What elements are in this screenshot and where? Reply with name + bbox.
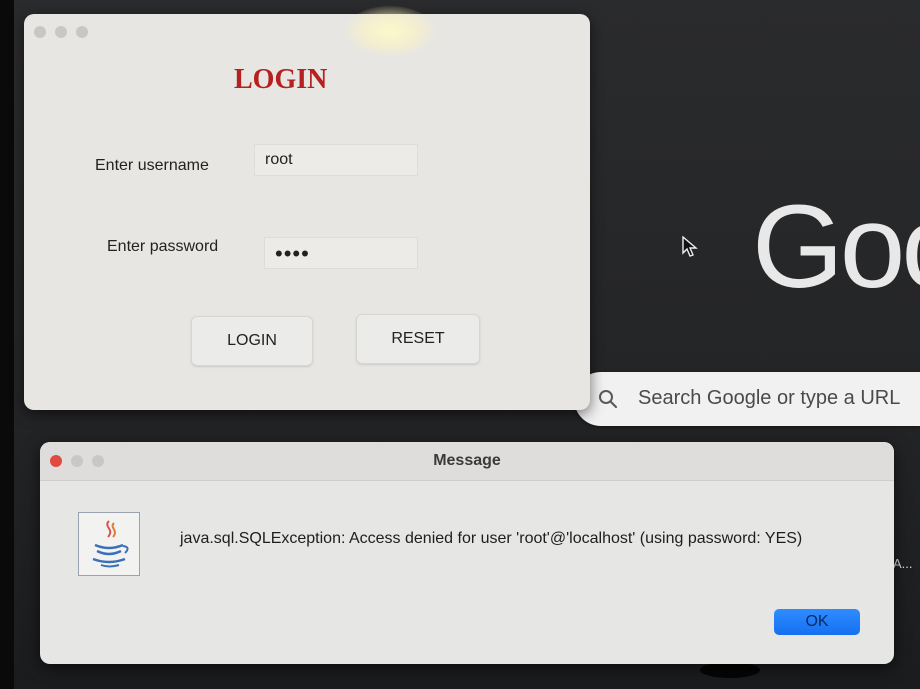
minimize-window-button[interactable] — [55, 26, 67, 38]
message-dialog: Message java.sql.SQLException: Access de… — [40, 442, 894, 664]
google-logo: Goo — [752, 181, 920, 313]
google-search-box[interactable]: Search Google or type a URL — [574, 372, 920, 426]
login-heading: LOGIN — [234, 64, 328, 95]
username-label: Enter username — [95, 157, 209, 174]
close-window-button[interactable] — [34, 26, 46, 38]
screen-glare — [345, 6, 435, 56]
password-label: Enter password — [107, 238, 219, 255]
mouse-cursor-icon — [682, 236, 698, 257]
login-window: LOGIN Enter username root Enter password… — [24, 14, 590, 410]
dialog-titlebar: Message — [40, 442, 894, 481]
search-placeholder: Search Google or type a URL — [638, 387, 901, 409]
zoom-window-button[interactable] — [76, 26, 88, 38]
reset-button[interactable]: RESET — [356, 314, 480, 364]
search-icon — [599, 390, 618, 409]
username-input[interactable]: root — [254, 144, 418, 176]
window-controls — [34, 26, 88, 38]
login-button[interactable]: LOGIN — [191, 316, 313, 366]
shortcut-tile — [700, 662, 760, 678]
java-coffee-icon — [78, 512, 140, 576]
dialog-title: Message — [433, 452, 501, 469]
shortcut-label: A... — [893, 556, 913, 571]
screen-bezel — [0, 0, 14, 689]
ok-button[interactable]: OK — [774, 609, 860, 635]
error-message-text: java.sql.SQLException: Access denied for… — [180, 530, 803, 547]
password-input[interactable]: •••• — [264, 237, 418, 269]
